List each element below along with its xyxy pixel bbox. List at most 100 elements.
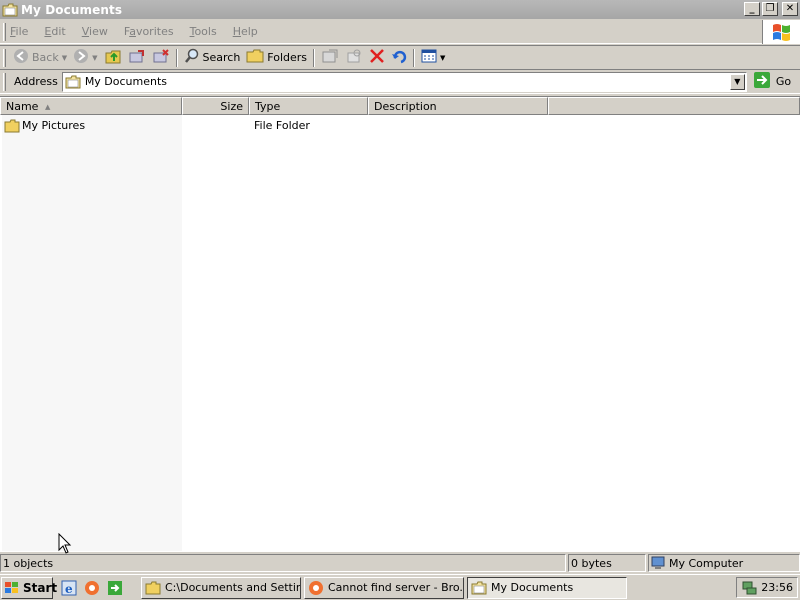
minimize-button[interactable]: _ (744, 2, 760, 16)
up-folder-button[interactable] (101, 47, 125, 69)
menu-edit[interactable]: Edit (44, 25, 65, 38)
task-label: Cannot find server - Bro... (328, 581, 464, 594)
task-label: C:\Documents and Settin... (165, 581, 301, 594)
status-size-text: 0 bytes (571, 556, 612, 570)
search-icon (184, 48, 200, 67)
standard-toolbar: Back ▼ ▼ Search Folders ▼ (0, 45, 800, 69)
restore-button[interactable]: ❐ (762, 2, 778, 16)
my-computer-icon (651, 556, 665, 570)
column-headers: Name ▲ Size Type Description (0, 97, 800, 115)
title-bar[interactable]: My Documents _ ❐ ✕ (0, 0, 800, 19)
undo-icon (391, 48, 407, 67)
folder-icon (2, 3, 18, 17)
task-button-browser[interactable]: Cannot find server - Bro... (304, 576, 464, 599)
address-input[interactable]: My Documents ▼ (61, 71, 747, 92)
quick-launch: e (61, 580, 123, 596)
restore-icon: ❐ (765, 3, 775, 14)
item-type: File Folder (254, 119, 310, 132)
minimize-icon: _ (749, 3, 755, 14)
column-header-name[interactable]: Name ▲ (0, 97, 182, 115)
task-label: My Documents (491, 581, 574, 594)
column-header-description[interactable]: Description (368, 97, 548, 115)
status-zone: My Computer (648, 554, 800, 572)
menu-tools[interactable]: Tools (190, 25, 217, 38)
menu-help[interactable]: Help (233, 25, 258, 38)
folder-icon (4, 119, 20, 133)
column-size-label: Size (220, 99, 243, 113)
item-name: My Pictures (22, 119, 86, 132)
dropdown-arrow-icon: ▼ (734, 77, 741, 86)
browser-icon[interactable] (84, 580, 100, 596)
move-to-button[interactable] (125, 47, 149, 69)
menu-grip[interactable] (3, 22, 6, 41)
address-bar: Address My Documents ▼ Go (0, 69, 800, 94)
forward-button[interactable]: ▼ (70, 47, 100, 69)
address-dropdown-button[interactable]: ▼ (729, 73, 745, 90)
views-dropdown-icon[interactable]: ▼ (440, 54, 445, 62)
toolbar-grip[interactable] (3, 48, 6, 67)
forward-dropdown-icon[interactable]: ▼ (92, 54, 97, 62)
status-objects: 1 objects (0, 554, 566, 572)
undo-button[interactable] (388, 47, 410, 69)
internet-explorer-icon[interactable]: e (61, 580, 77, 596)
start-label: Start (23, 580, 58, 595)
network-icon[interactable] (741, 580, 757, 596)
name-column-highlight (2, 115, 182, 551)
move-to-folder-icon (321, 48, 339, 67)
status-zone-text: My Computer (669, 556, 744, 570)
folders-icon (246, 48, 264, 67)
folders-button[interactable]: Folders (243, 47, 310, 69)
column-header-empty (548, 97, 800, 115)
menu-file[interactable]: File (10, 25, 28, 38)
views-icon (421, 49, 437, 66)
address-label: Address (14, 75, 58, 88)
move-to-icon (128, 47, 146, 68)
menu-favorites[interactable]: Favorites (124, 25, 174, 38)
svg-text:e: e (65, 582, 73, 596)
go-label: Go (775, 75, 792, 88)
search-button[interactable]: Search (181, 47, 244, 69)
back-button[interactable]: Back ▼ (10, 47, 70, 69)
back-dropdown-icon[interactable]: ▼ (62, 54, 67, 62)
menu-view[interactable]: View (82, 25, 108, 38)
move-to-folder-button[interactable] (318, 47, 342, 69)
start-button[interactable]: Start (1, 576, 57, 599)
windows-flag-icon (4, 581, 20, 595)
go-button[interactable]: Go (753, 71, 791, 92)
sort-ascending-icon: ▲ (45, 103, 51, 111)
close-icon: ✕ (785, 3, 795, 14)
file-list-view[interactable]: Name ▲ Size Type Description My Pictures… (0, 96, 800, 552)
column-header-type[interactable]: Type (249, 97, 368, 115)
menu-bar: File Edit View Favorites Tools Help (0, 20, 800, 44)
show-desktop-icon[interactable] (107, 580, 123, 596)
column-type-label: Type (255, 99, 281, 113)
search-label: Search (202, 51, 241, 64)
taskbar: Start e C:\Documents and Settin... Canno… (0, 574, 800, 600)
status-bar: 1 objects 0 bytes My Computer (0, 553, 800, 573)
address-grip[interactable] (3, 72, 6, 91)
task-button-documents-and-settings[interactable]: C:\Documents and Settin... (141, 576, 301, 599)
up-folder-icon (104, 47, 122, 68)
browser-icon (308, 580, 324, 596)
column-name-label: Name (6, 99, 39, 113)
views-button[interactable]: ▼ (418, 47, 448, 69)
go-arrow-icon (753, 71, 771, 92)
delete-folder-button[interactable] (149, 47, 173, 69)
task-button-my-documents[interactable]: My Documents (467, 576, 627, 599)
back-label: Back (32, 51, 59, 64)
address-value: My Documents (84, 75, 168, 88)
back-arrow-icon (13, 48, 29, 67)
toolbar-separator (413, 48, 416, 67)
windows-logo-icon (762, 20, 800, 44)
system-tray: 23:56 (736, 577, 798, 598)
column-header-size[interactable]: Size (182, 97, 249, 115)
status-size: 0 bytes (568, 554, 646, 572)
copy-to-folder-button[interactable] (342, 47, 366, 69)
delete-x-icon (369, 48, 385, 67)
close-button[interactable]: ✕ (782, 2, 798, 16)
window-title: My Documents (21, 2, 123, 17)
my-documents-icon (471, 581, 487, 595)
clock[interactable]: 23:56 (761, 581, 793, 594)
delete-button[interactable] (366, 47, 388, 69)
list-item[interactable]: My Pictures File Folder (4, 117, 800, 134)
